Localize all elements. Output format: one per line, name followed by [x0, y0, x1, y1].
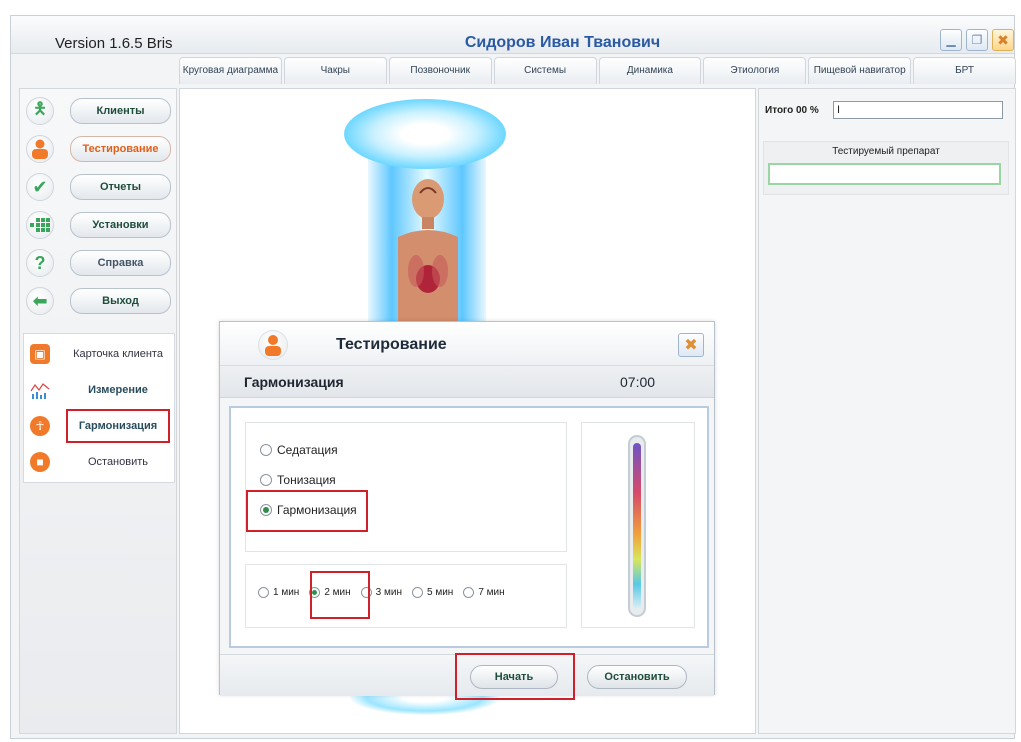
dialog-footer: Начать Остановить [220, 654, 714, 696]
tab-etiology[interactable]: Этиология [703, 57, 807, 84]
radio-1min[interactable] [258, 587, 269, 598]
harmonization-label: Гармонизация [78, 420, 158, 432]
exit-arrow-icon: ⬅ [26, 287, 54, 315]
grid-icon [26, 211, 54, 239]
mode-option-tonization[interactable]: Тонизация [260, 473, 336, 487]
stop-label: Остановить [87, 456, 149, 468]
level-meter-tube [628, 435, 646, 617]
client-card-icon: ▣ [30, 344, 50, 364]
question-icon: ? [26, 249, 54, 277]
total-label: Итого 00 % [765, 105, 819, 116]
tab-circular-diagram[interactable]: Круговая диаграмма [179, 57, 282, 84]
measurement-chart-icon [30, 380, 50, 400]
radio-2min[interactable] [309, 587, 321, 598]
radio-7min[interactable] [463, 587, 475, 598]
tested-drug-title: Тестируемый препарат [832, 146, 940, 157]
dialog-title: Тестирование [336, 336, 447, 353]
client-card-label: Карточка клиента [73, 348, 163, 360]
minimize-icon[interactable]: ▁ [940, 29, 962, 51]
mode-group: Седатация Тонизация Гармонизация [245, 422, 567, 552]
tab-dynamics[interactable]: Динамика [598, 57, 702, 84]
tab-chakras[interactable]: Чакры [283, 57, 387, 84]
sidebar-item-exit[interactable]: ⬅ Выход [22, 283, 174, 319]
checkmark-icon: ✔ [26, 173, 54, 201]
sidebar: 🯅 Клиенты Тестирование ✔ Отчеты Установк… [19, 88, 177, 734]
sidebar-item-settings[interactable]: Установки [22, 207, 174, 243]
mode-label-tonization: Тонизация [277, 473, 336, 487]
duration-option-2min[interactable]: 2 мин [309, 587, 351, 598]
duration-label-2min: 2 мин [324, 587, 351, 598]
tested-drug-field[interactable] [768, 163, 1001, 185]
help-button[interactable]: Справка [70, 250, 171, 276]
total-progress-field: I [833, 101, 1003, 119]
dialog-subtitle: Гармонизация [244, 374, 344, 390]
sidebar-item-testing[interactable]: Тестирование [22, 131, 174, 167]
sub-item-stop[interactable]: ■ Остановить [24, 444, 174, 480]
duration-label-3min: 3 мин [375, 587, 402, 598]
duration-option-1min[interactable]: 1 мин [258, 587, 299, 598]
duration-label-1min: 1 мин [273, 587, 300, 598]
dialog-header: Тестирование ✖ [220, 322, 714, 366]
duration-option-3min[interactable]: 3 мин [360, 587, 402, 598]
top-ring-graphic [344, 99, 506, 169]
exit-button[interactable]: Выход [70, 288, 171, 314]
sub-item-harmonization[interactable]: ☥ Гармонизация [24, 408, 174, 444]
dialog-close-icon[interactable]: ✖ [678, 333, 704, 357]
human-body-graphic [398, 179, 458, 339]
tab-systems[interactable]: Системы [493, 57, 597, 84]
reports-button[interactable]: Отчеты [70, 174, 171, 200]
sidebar-item-reports[interactable]: ✔ Отчеты [22, 169, 174, 205]
dialog-subheader: Гармонизация 07:00 [220, 366, 714, 398]
mode-label-sedation: Седатация [277, 443, 338, 457]
title-bar: Version 1.6.5 Bris Сидоров Иван Тванович… [11, 16, 1014, 54]
radio-sedation[interactable] [260, 444, 272, 456]
duration-label-5min: 5 мин [426, 587, 454, 598]
radio-harmonization[interactable] [260, 504, 272, 516]
radio-3min[interactable] [360, 587, 372, 598]
harmonization-icon: ☥ [30, 416, 50, 436]
measurement-label: Измерение [88, 384, 148, 396]
tested-drug-box: Тестируемый препарат [763, 141, 1009, 195]
mode-option-sedation[interactable]: Седатация [260, 443, 338, 457]
sub-item-measurement[interactable]: Измерение [24, 372, 174, 408]
level-meter-fill [633, 443, 641, 609]
tab-food-navigator[interactable]: Пищевой навигатор [808, 57, 912, 84]
mode-label-harmonization: Гармонизация [277, 503, 357, 517]
right-panel: Итого 00 % I Тестируемый препарат [758, 88, 1016, 734]
window-controls: ▁ ❐ ✖ [940, 29, 1014, 51]
patient-name-title: Сидоров Иван Тванович [464, 34, 661, 51]
timer-display: 07:00 [620, 374, 656, 390]
duration-group: 1 мин 2 мин 3 мин 5 мин 7 мин [245, 564, 567, 628]
tab-bar: Круговая диаграмма Чакры Позвоночник Сис… [179, 57, 1016, 84]
tab-brt[interactable]: БРТ [913, 57, 1016, 84]
mode-option-harmonization[interactable]: Гармонизация [260, 503, 357, 517]
stop-button[interactable]: Остановить [587, 665, 687, 689]
testing-dialog: Тестирование ✖ Гармонизация 07:00 Седата… [219, 321, 715, 696]
sidebar-item-clients[interactable]: 🯅 Клиенты [22, 93, 174, 129]
sub-menu-panel: ▣ Карточка клиента Измерение ☥ Гармониза… [23, 333, 175, 483]
user-icon [258, 330, 288, 360]
tab-spine[interactable]: Позвоночник [388, 57, 492, 84]
person-icon: 🯅 [26, 97, 54, 125]
dialog-body: Седатация Тонизация Гармонизация 1 мин 2… [229, 406, 709, 648]
sub-item-client-card[interactable]: ▣ Карточка клиента [24, 336, 174, 372]
maximize-icon[interactable]: ❐ [966, 29, 988, 51]
level-meter-box [581, 422, 695, 628]
duration-option-5min[interactable]: 5 мин [411, 587, 454, 598]
radio-5min[interactable] [411, 587, 423, 598]
testing-button[interactable]: Тестирование [70, 136, 171, 162]
user-icon [26, 135, 54, 163]
settings-button[interactable]: Установки [70, 212, 171, 238]
duration-label-7min: 7 мин [478, 587, 505, 598]
stop-icon: ■ [30, 452, 50, 472]
duration-option-7min[interactable]: 7 мин [463, 587, 505, 598]
clients-button[interactable]: Клиенты [70, 98, 171, 124]
radio-tonization[interactable] [260, 474, 272, 486]
sidebar-item-help[interactable]: ? Справка [22, 245, 174, 281]
close-icon[interactable]: ✖ [992, 29, 1014, 51]
start-button[interactable]: Начать [470, 665, 558, 689]
